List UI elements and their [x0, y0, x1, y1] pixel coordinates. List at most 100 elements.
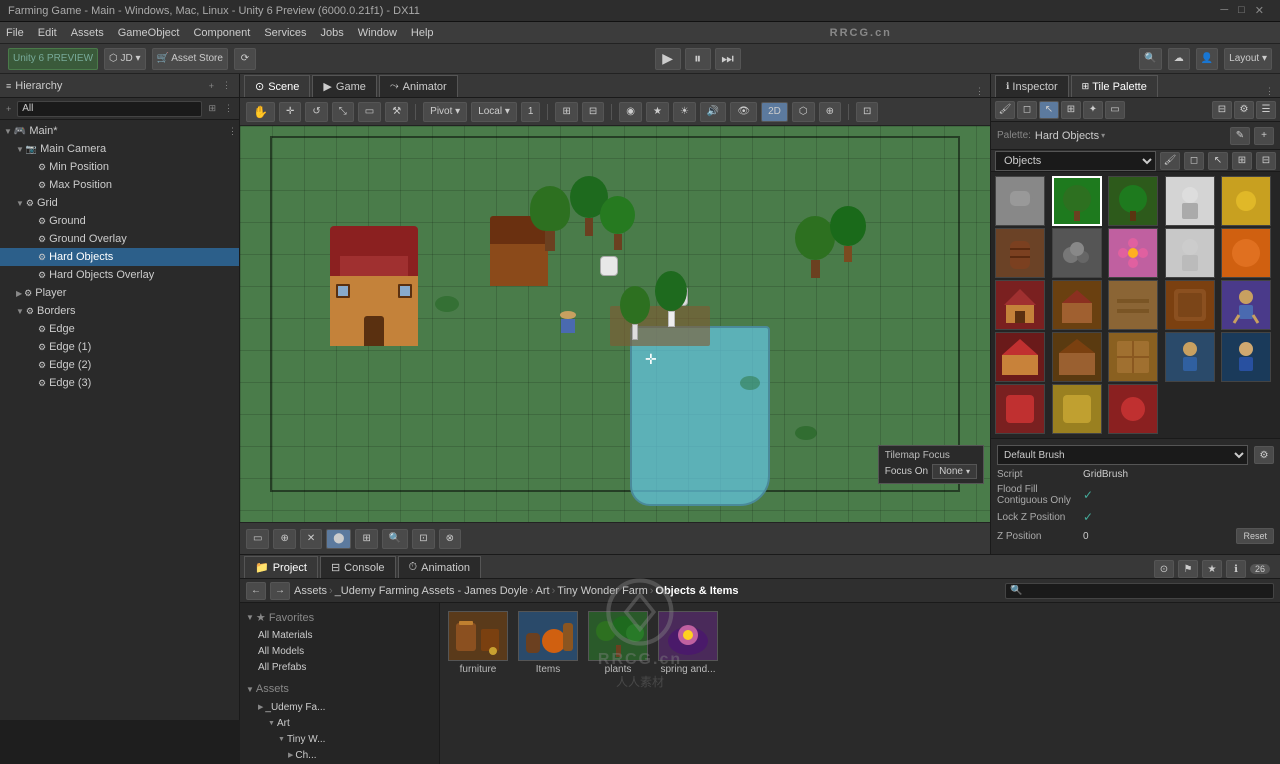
tile-house-full[interactable] — [995, 280, 1045, 330]
bc-assets[interactable]: Assets — [294, 585, 327, 597]
grid-vis-btn[interactable]: ⊟ — [582, 102, 604, 122]
local-toggle[interactable]: Local ▾ — [471, 102, 517, 122]
cat-paint[interactable]: 🖌 — [1160, 152, 1180, 170]
file-items[interactable]: Items — [518, 611, 578, 675]
cat-select[interactable]: ↖ — [1208, 152, 1228, 170]
branch-dropdown[interactable]: ⬡ JD ▾ — [104, 48, 146, 70]
fav-all-materials[interactable]: All Materials — [244, 627, 435, 643]
flood-fill-check[interactable]: ✓ — [1083, 488, 1093, 502]
step-button[interactable]: ⏭ — [715, 48, 741, 70]
tile-char-4[interactable] — [1221, 332, 1271, 382]
tile-char-1[interactable] — [1165, 176, 1215, 226]
erase-tool[interactable]: ✕ — [300, 529, 322, 549]
tile-list-btn[interactable]: ☰ — [1256, 101, 1276, 119]
hierarchy-item-ground[interactable]: ⚙ Ground — [0, 212, 239, 230]
tile-house-red-big[interactable] — [995, 332, 1045, 382]
hierarchy-item-ground-overlay[interactable]: ⚙ Ground Overlay — [0, 230, 239, 248]
bc-tiny[interactable]: Tiny Wonder Farm — [557, 585, 647, 597]
scene-options[interactable]: ⋮ — [973, 86, 986, 97]
palette-new-btn[interactable]: + — [1254, 127, 1274, 145]
pivot-toggle[interactable]: Pivot ▾ — [423, 102, 467, 122]
tiny-wonder-folder[interactable]: ▼Tiny W... — [244, 731, 435, 747]
rotate-tool[interactable]: ↺ — [305, 102, 327, 122]
bottom-panel-btn3[interactable]: ★ — [1202, 560, 1222, 578]
tile-char-3[interactable] — [1165, 332, 1215, 382]
hierarchy-options[interactable]: ⊞ — [206, 103, 218, 114]
tile-char-2[interactable] — [1165, 228, 1215, 278]
menu-edit[interactable]: Edit — [38, 27, 57, 39]
gizmos-btn[interactable]: ◉ — [619, 102, 642, 122]
reset-button[interactable]: Reset — [1236, 528, 1274, 544]
extra-btn[interactable]: ⊗ — [439, 529, 461, 549]
menu-gameobject[interactable]: GameObject — [118, 27, 180, 39]
right-panel-options[interactable]: ⋮ — [1263, 86, 1276, 97]
hierarchy-item-edge-3[interactable]: ⚙ Edge (3) — [0, 374, 239, 392]
audio-btn[interactable]: 🔊 — [700, 102, 726, 122]
palette-edit-btn[interactable]: ✎ — [1230, 127, 1250, 145]
fx-btn[interactable]: ★ — [646, 102, 669, 122]
settings-btn[interactable]: ⚙ — [1234, 101, 1254, 119]
hierarchy-item-max-position[interactable]: ⚙ Max Position — [0, 176, 239, 194]
bc-art[interactable]: Art — [536, 585, 550, 597]
tile-brown-1[interactable] — [1165, 280, 1215, 330]
menu-jobs[interactable]: Jobs — [321, 27, 344, 39]
hierarchy-item-edge-1[interactable]: ⚙ Edge (1) — [0, 338, 239, 356]
hierarchy-item-hard-objects-overlay[interactable]: ⚙ Hard Objects Overlay — [0, 266, 239, 284]
menu-file[interactable]: File — [6, 27, 24, 39]
2d-btn[interactable]: 2D — [761, 102, 788, 122]
menu-assets[interactable]: Assets — [71, 27, 104, 39]
forward-btn[interactable]: → — [270, 582, 290, 600]
udemy-folder[interactable]: ▶_Udemy Fa... — [244, 699, 435, 715]
hand-tool[interactable]: ✋ — [246, 102, 275, 122]
palette-btn[interactable]: ⊡ — [412, 529, 434, 549]
hierarchy-item-main[interactable]: ▼ 🎮 Main* ⋮ — [0, 122, 239, 140]
account-button[interactable]: 👤 — [1196, 48, 1218, 70]
search-button[interactable]: 🔍 — [1139, 48, 1161, 70]
tab-animator[interactable]: ⤳ Animator — [379, 75, 458, 97]
tile-house-brown[interactable] — [1052, 332, 1102, 382]
hierarchy-item-hard-objects[interactable]: ⚙ Hard Objects — [0, 248, 239, 266]
art-folder[interactable]: ▼Art — [244, 715, 435, 731]
file-furniture[interactable]: furniture — [448, 611, 508, 675]
menu-help[interactable]: Help — [411, 27, 434, 39]
tile-house-small[interactable] — [1052, 280, 1102, 330]
tab-animation[interactable]: ⏱ Animation — [398, 556, 482, 578]
snap-value[interactable]: 1 — [521, 102, 541, 122]
tile-rocks-1[interactable] — [995, 176, 1045, 226]
fav-all-prefabs[interactable]: All Prefabs — [244, 659, 435, 675]
play-button[interactable]: ▶ — [655, 48, 681, 70]
unity-logo[interactable]: Unity 6 PREVIEW — [8, 48, 98, 70]
hierarchy-add-small[interactable]: + — [4, 104, 13, 114]
brush-settings-btn[interactable]: ⚙ — [1254, 446, 1274, 464]
menu-component[interactable]: Component — [193, 27, 250, 39]
custom-tool[interactable]: ⚒ — [385, 102, 408, 122]
hierarchy-item-min-position[interactable]: ⚙ Min Position — [0, 158, 239, 176]
select-tile-btn[interactable]: ↖ — [1039, 101, 1059, 119]
pick-tile-btn[interactable]: ✦ — [1083, 101, 1103, 119]
focus-none-dropdown[interactable]: None ▾ — [932, 464, 977, 479]
tab-game[interactable]: ▶ Game — [312, 75, 376, 97]
move-tile-tool[interactable]: ⊕ — [273, 529, 295, 549]
overlay-btn[interactable]: ⊕ — [819, 102, 841, 122]
tile-tree-alt[interactable] — [1108, 176, 1158, 226]
tab-scene[interactable]: ⊙ Scene — [244, 75, 310, 97]
file-plants[interactable]: plants — [588, 611, 648, 675]
tab-inspector[interactable]: ℹ Inspector — [995, 75, 1069, 97]
grid-snap-btn[interactable]: ⊞ — [555, 102, 577, 122]
paint-tool[interactable]: ⬤ — [326, 529, 351, 549]
tile-flowers[interactable] — [1108, 228, 1158, 278]
hierarchy-item-grid[interactable]: ▼ ⚙ Grid — [0, 194, 239, 212]
rect-tool[interactable]: ▭ — [358, 102, 381, 122]
bottom-panel-btn2[interactable]: ⚑ — [1178, 560, 1198, 578]
hierarchy-item-edge[interactable]: ⚙ Edge — [0, 320, 239, 338]
layout-dropdown[interactable]: Layout ▾ — [1224, 48, 1272, 70]
hierarchy-item-player[interactable]: ▶ ⚙ Player — [0, 284, 239, 302]
move-tool[interactable]: ✛ — [279, 102, 301, 122]
fill-tile-btn[interactable]: ⊞ — [1061, 101, 1081, 119]
bc-objects[interactable]: Objects & Items — [655, 585, 738, 597]
scene-view[interactable]: ✛ Tilemap Focus Focus On None ▾ — [240, 126, 990, 522]
characters-folder[interactable]: ▶Ch... — [244, 747, 435, 763]
scale-tool[interactable]: ⤡ — [332, 102, 354, 122]
tile-character-run[interactable] — [1221, 280, 1271, 330]
cat-grid[interactable]: ⊟ — [1256, 152, 1276, 170]
